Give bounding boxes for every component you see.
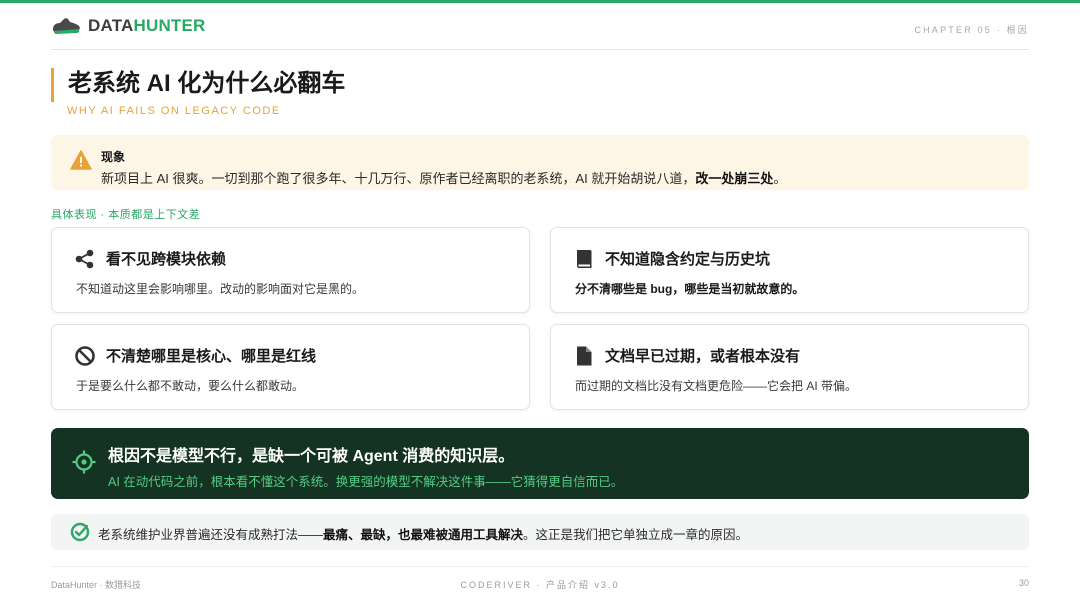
logo-wordmark: DATAHUNTER — [88, 16, 206, 36]
page-title: 老系统 AI 化为什么必翻车 — [68, 70, 346, 97]
book-icon — [577, 250, 592, 268]
footnote-text-end: 。这正是我们把它单独立成一章的原因。 — [523, 528, 749, 542]
share-nodes-icon — [75, 249, 94, 269]
phenomenon-notice: 现象 新项目上 AI 很爽。一切到那个跑了很多年、十几万行、原作者已经离职的老系… — [51, 135, 1029, 190]
card-title: 不知道隐含约定与历史坑 — [605, 251, 771, 268]
page-number: 30 — [1018, 578, 1029, 588]
logo-hunter-text: HUNTER — [133, 16, 206, 35]
footnote-bar: 老系统维护业界普遍还没有成熟打法——最痛、最缺，也最难被通用工具解决。这正是我们… — [51, 514, 1029, 550]
page-header: DATAHUNTER CHAPTER 05 · 根因 — [51, 14, 1029, 50]
logo-shoe-icon — [53, 18, 80, 34]
footer-product: CODERIVER · 产品介绍 v3.0 — [460, 580, 620, 590]
card-title: 看不见跨模块依赖 — [106, 251, 227, 268]
card-outdated-docs: 文档早已过期，或者根本没有 而过期的文档比没有文档更危险——它会把 AI 带偏。 — [550, 324, 1029, 410]
warning-icon — [70, 150, 92, 170]
notice-text: 新项目上 AI 很爽。一切到那个跑了很多年、十几万行、原作者已经离职的老系统，A… — [101, 168, 786, 187]
logo-data-text: DATA — [88, 16, 134, 35]
notice-text-end: 。 — [773, 171, 787, 186]
notice-heading: 现象 — [101, 150, 126, 164]
card-desc: 分不清哪些是 bug，哪些是当初就故意的。 — [575, 282, 805, 296]
page-subtitle: WHY AI FAILS ON LEGACY CODE — [67, 105, 281, 117]
crosshair-icon — [72, 450, 96, 474]
title-block: 老系统 AI 化为什么必翻车 — [51, 68, 345, 102]
prohibited-icon — [75, 346, 95, 366]
footnote-emphasis: 最痛、最缺，也最难被通用工具解决 — [323, 528, 524, 542]
card-cross-module-deps: 看不见跨模块依赖 不知道动这里会影响哪里。改动的影响面对它是黑的。 — [51, 227, 530, 313]
footnote-text: 老系统维护业界普遍还没有成熟打法——最痛、最缺，也最难被通用工具解决。这正是我们… — [98, 524, 748, 543]
card-implicit-conventions: 不知道隐含约定与历史坑 分不清哪些是 bug，哪些是当初就故意的。 — [550, 227, 1029, 313]
card-title: 文档早已过期，或者根本没有 — [605, 348, 801, 365]
logo: DATAHUNTER — [51, 16, 206, 36]
root-cause-title: 根因不是模型不行，是缺一个可被 Agent 消费的知识层。 — [108, 448, 515, 465]
chapter-label: CHAPTER 05 · 根因 — [914, 25, 1029, 35]
card-title: 不清楚哪里是核心、哪里是红线 — [106, 348, 317, 365]
section-label: 具体表现 · 本质都是上下文差 — [51, 209, 201, 221]
footer-divider — [51, 566, 1029, 567]
footnote-text-main: 老系统维护业界普遍还没有成熟打法—— — [98, 528, 324, 542]
check-circle-icon — [70, 522, 90, 542]
notice-emphasis: 改一处崩三处 — [695, 171, 774, 186]
card-desc: 而过期的文档比没有文档更危险——它会把 AI 带偏。 — [575, 379, 858, 393]
notice-text-main: 新项目上 AI 很爽。一切到那个跑了很多年、十几万行、原作者已经离职的老系统，A… — [101, 171, 696, 186]
top-accent-bar — [0, 0, 1080, 3]
root-cause-text: AI 在动代码之前，根本看不懂这个系统。换更强的模型不解决这件事——它猜得更自信… — [108, 475, 624, 489]
root-cause-panel: 根因不是模型不行，是缺一个可被 Agent 消费的知识层。 AI 在动代码之前，… — [51, 428, 1029, 499]
document-icon — [577, 346, 592, 366]
card-core-vs-redline: 不清楚哪里是核心、哪里是红线 于是要么什么都不敢动，要么什么都敢动。 — [51, 324, 530, 410]
card-desc: 不知道动这里会影响哪里。改动的影响面对它是黑的。 — [76, 282, 365, 296]
card-desc: 于是要么什么都不敢动，要么什么都敢动。 — [76, 379, 305, 393]
